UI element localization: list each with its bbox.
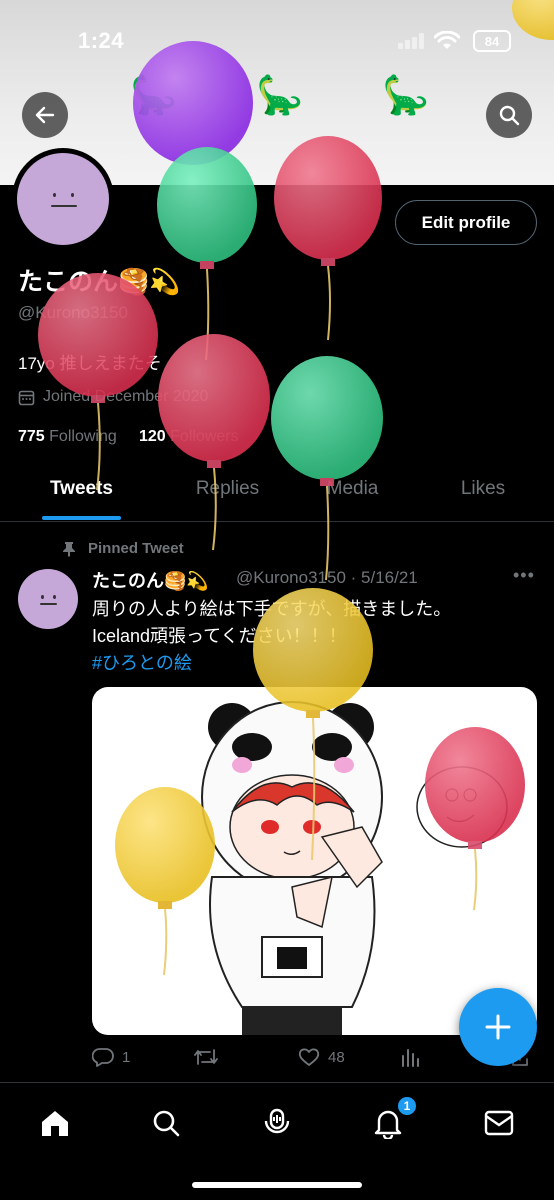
search-icon bbox=[153, 1110, 180, 1137]
followers-link[interactable]: 120 Followers bbox=[139, 428, 239, 445]
joined-date: Joined December 2020 bbox=[18, 388, 208, 406]
nav-messages[interactable] bbox=[481, 1105, 517, 1141]
tweet-text-line: 周りの人より絵は下手ですが、描きました。 bbox=[92, 599, 452, 619]
tweet-date: · 5/16/21 bbox=[350, 568, 418, 587]
battery-indicator: 84 bbox=[473, 30, 511, 52]
tweet-author-handle: @Kurono3150 · 5/16/21 bbox=[236, 568, 418, 588]
dinosaur-sticker-icon: 🦕 bbox=[382, 75, 430, 117]
analytics-icon bbox=[402, 1049, 419, 1067]
reply-count: 1 bbox=[122, 1048, 131, 1066]
follow-stats: 775 Following 120 Followers bbox=[18, 428, 239, 446]
ditto-avatar-image bbox=[17, 153, 109, 245]
active-tab-indicator bbox=[42, 516, 121, 520]
tweet-image[interactable] bbox=[92, 687, 537, 1035]
pinned-tweet-label: Pinned Tweet bbox=[62, 540, 184, 557]
tweet-text-line: Iceland頑張ってください！！！ bbox=[92, 626, 347, 646]
heart-icon bbox=[298, 1048, 320, 1066]
search-icon bbox=[499, 105, 520, 126]
profile-bio: 17yo 推しえまたそ bbox=[18, 354, 162, 373]
balloon-green bbox=[271, 356, 383, 581]
tab-likes[interactable]: Likes bbox=[438, 478, 528, 500]
tweet-more-options-icon[interactable]: ••• bbox=[513, 565, 535, 586]
tweet-hashtag-link[interactable]: #ひろとの絵 bbox=[92, 650, 532, 677]
plus-icon bbox=[485, 1014, 511, 1040]
tab-tweets[interactable]: Tweets bbox=[30, 478, 133, 500]
like-button[interactable]: 48 bbox=[298, 1047, 345, 1067]
profile-handle: @Kurono3150 bbox=[18, 303, 128, 322]
divider bbox=[0, 521, 554, 522]
compose-tweet-button[interactable] bbox=[459, 988, 537, 1066]
battery-level: 84 bbox=[484, 33, 500, 49]
pinned-tweet-text: Pinned Tweet bbox=[88, 540, 184, 557]
following-link[interactable]: 775 Following bbox=[18, 428, 117, 445]
tweet-author-avatar[interactable] bbox=[18, 569, 78, 629]
analytics-button[interactable] bbox=[400, 1047, 420, 1067]
joined-text: Joined December 2020 bbox=[43, 388, 209, 405]
character-drawing-image bbox=[201, 701, 508, 1035]
nav-home[interactable] bbox=[37, 1105, 73, 1141]
dinosaur-sticker-icon: 🦕 bbox=[256, 75, 304, 117]
nav-spaces[interactable] bbox=[259, 1105, 295, 1141]
reply-button[interactable]: 1 bbox=[92, 1047, 130, 1067]
like-count: 48 bbox=[328, 1048, 345, 1066]
followers-count: 120 bbox=[138, 428, 166, 445]
retweet-button[interactable] bbox=[193, 1047, 227, 1067]
spaces-microphone-icon bbox=[264, 1108, 290, 1134]
notification-badge: 1 bbox=[396, 1095, 418, 1117]
wifi-icon bbox=[434, 31, 460, 49]
status-time: 1:24 bbox=[78, 28, 125, 53]
following-count: 775 bbox=[18, 428, 45, 445]
nav-search[interactable] bbox=[148, 1105, 184, 1141]
profile-display-name: たこのん🥞💫 bbox=[18, 268, 181, 296]
home-icon bbox=[42, 1111, 68, 1136]
following-label: Following bbox=[49, 428, 117, 445]
back-button[interactable] bbox=[22, 92, 68, 138]
reply-icon bbox=[92, 1048, 114, 1067]
tab-replies[interactable]: Replies bbox=[170, 478, 285, 500]
tweet-author-name[interactable]: たこのん🥞💫 bbox=[92, 567, 209, 593]
tweet-handle-text: @Kurono3150 bbox=[236, 568, 346, 587]
profile-avatar[interactable] bbox=[12, 148, 114, 250]
followers-label: Followers bbox=[170, 428, 239, 445]
cellular-signal-icon bbox=[398, 33, 426, 49]
search-button[interactable] bbox=[486, 92, 532, 138]
tweet-text: 周りの人より絵は下手ですが、描きました。 Iceland頑張ってください！！！ … bbox=[92, 596, 532, 677]
tab-media[interactable]: Media bbox=[305, 478, 400, 500]
back-arrow-icon bbox=[35, 106, 55, 124]
calendar-icon bbox=[18, 390, 35, 405]
home-indicator bbox=[192, 1182, 362, 1188]
pin-icon bbox=[63, 541, 75, 557]
edit-profile-button[interactable]: Edit profile bbox=[395, 200, 537, 245]
retweet-icon bbox=[194, 1049, 218, 1065]
mail-icon bbox=[484, 1110, 514, 1136]
dinosaur-sticker-icon: 🦕 bbox=[130, 75, 178, 117]
